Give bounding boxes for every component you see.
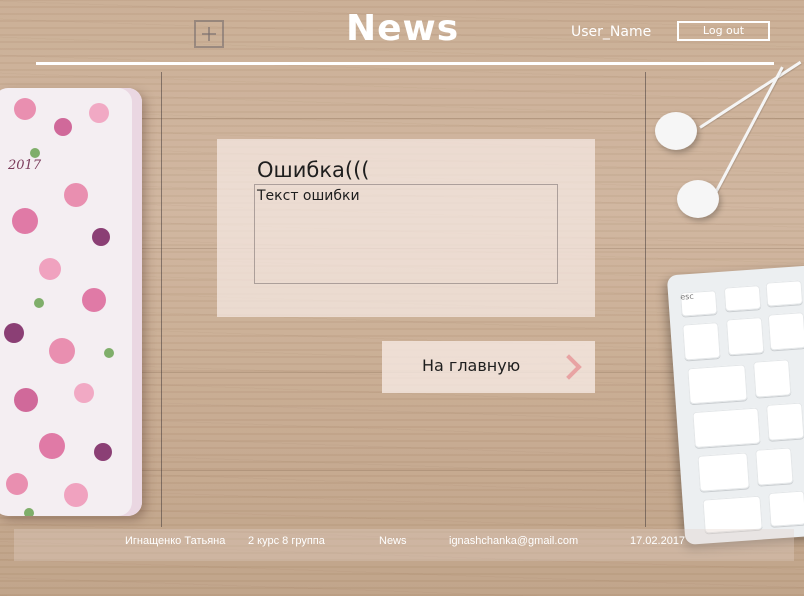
home-button-label: На главную	[422, 356, 521, 375]
earbud-image	[655, 112, 697, 150]
content-border-left	[161, 72, 162, 527]
footer-author: Игнащенко Татьяна	[125, 535, 226, 547]
footer-date: 17.02.2017	[630, 535, 686, 547]
floral-notebook-image: 2017	[0, 88, 142, 516]
error-title: Ошибка(((	[257, 158, 370, 182]
error-message: Текст ошибки	[257, 188, 360, 204]
plus-square-icon[interactable]	[194, 20, 224, 48]
notebook-year: 2017	[8, 158, 42, 173]
footer-site-link[interactable]: News	[379, 535, 407, 547]
keyboard-image: esc	[666, 265, 804, 545]
header-divider	[36, 62, 774, 65]
site-logo[interactable]: News	[346, 8, 458, 49]
earphone-cable	[710, 66, 784, 201]
earbud-image	[677, 180, 719, 218]
footer-email-link[interactable]: ignashchanka@gmail.com	[449, 535, 578, 547]
home-button[interactable]: На главную	[382, 341, 595, 393]
user-name[interactable]: User_Name	[571, 24, 651, 40]
logout-button[interactable]: Log out	[677, 21, 770, 41]
footer-group: 2 курс 8 группа	[248, 535, 325, 547]
content-border-right	[645, 72, 646, 527]
chevron-right-icon	[556, 354, 582, 380]
